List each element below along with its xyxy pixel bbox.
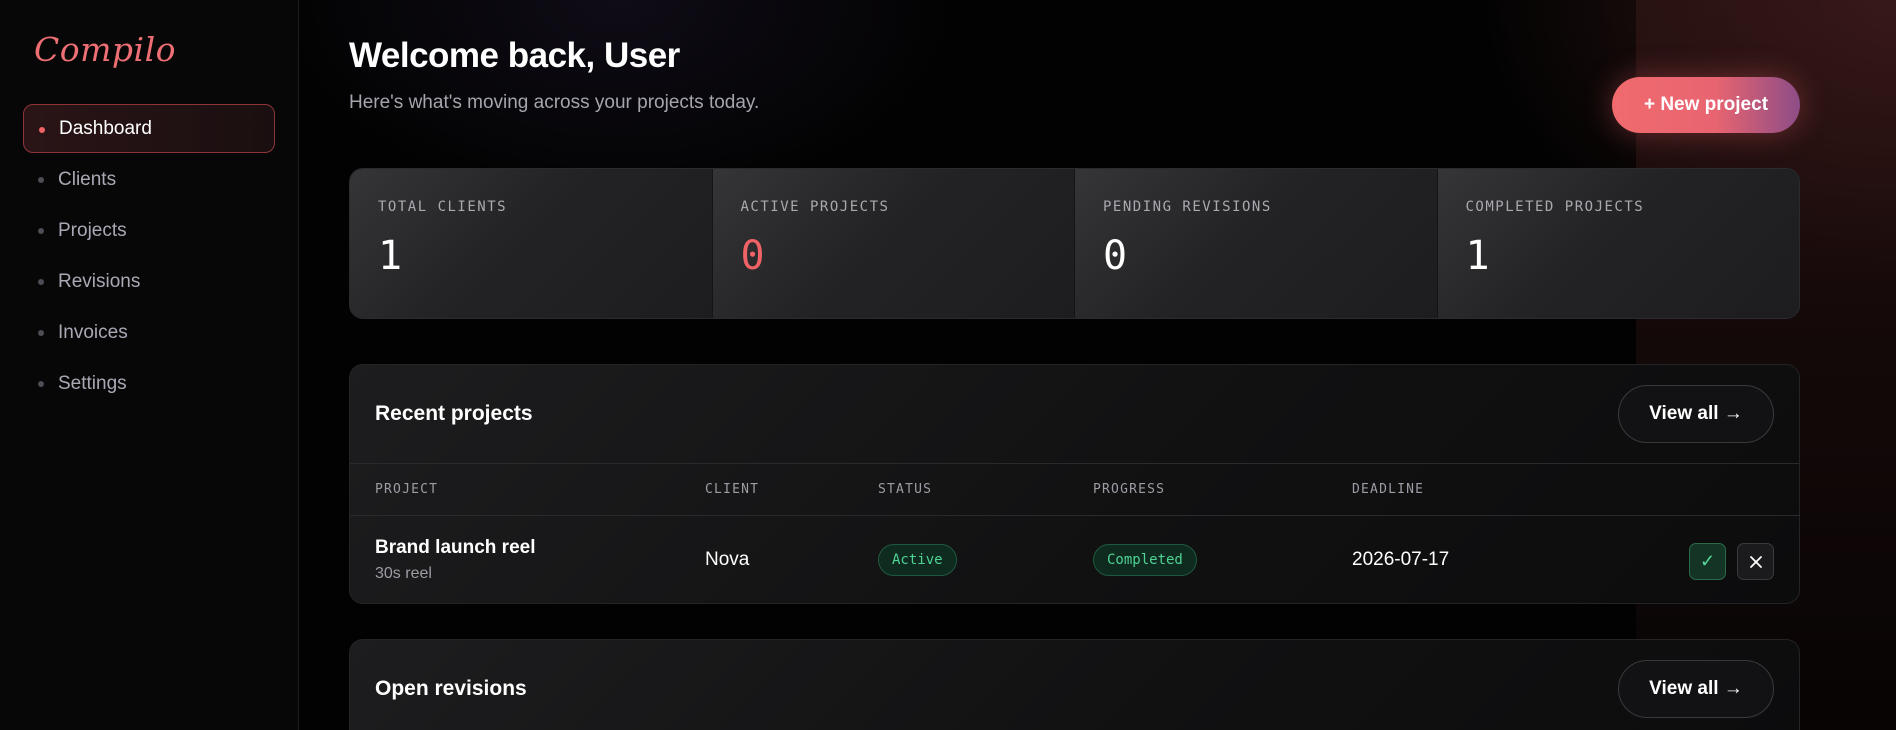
sidebar-item-invoices[interactable]: Invoices [23, 308, 275, 357]
sidebar-item-label: Invoices [58, 321, 128, 343]
bullet-icon [38, 279, 44, 285]
progress-cell: Completed [1093, 543, 1352, 576]
client-name: Nova [705, 548, 750, 570]
bullet-icon [38, 381, 44, 387]
stat-value: 1 [378, 233, 403, 279]
sidebar-item-label: Revisions [58, 270, 141, 292]
sidebar-item-projects[interactable]: Projects [23, 206, 275, 255]
dismiss-button[interactable] [1737, 543, 1774, 580]
row-actions: ✓ [1689, 543, 1774, 580]
client-cell: Nova [705, 549, 878, 571]
main-content: Welcome back, User Here's what's moving … [299, 0, 1896, 730]
page-header: Welcome back, User Here's what's moving … [349, 0, 1800, 168]
new-project-button[interactable]: + New project [1612, 77, 1800, 133]
sidebar-nav: Dashboard Clients Projects Revisions Inv… [23, 104, 275, 408]
bullet-icon [39, 127, 45, 133]
sidebar-item-settings[interactable]: Settings [23, 359, 275, 408]
close-icon [1749, 555, 1762, 568]
app-root: Compilo Dashboard Clients Projects Revis… [0, 0, 1896, 730]
open-revisions-card: Open revisions View all → [349, 639, 1800, 730]
deadline-date: 2026-07-17 [1352, 548, 1450, 570]
stat-pending-revisions: PENDING REVISIONS 0 [1075, 169, 1438, 318]
column-header-status[interactable]: STATUS [878, 482, 1093, 497]
stat-active-projects: ACTIVE PROJECTS 0 [712, 169, 1075, 318]
recent-projects-card: Recent projects View all → PROJECT CLIEN… [349, 364, 1800, 604]
page-subtitle: Here's what's moving across your project… [349, 92, 760, 113]
project-cell: Brand launch reel 30s reel [375, 537, 705, 583]
stat-completed-projects: COMPLETED PROJECTS 1 [1437, 169, 1799, 318]
column-header-project[interactable]: PROJECT [375, 482, 705, 497]
card-header: Recent projects View all → [350, 365, 1799, 463]
card-title: Recent projects [375, 402, 533, 425]
column-header-progress[interactable]: PROGRESS [1093, 482, 1352, 497]
approve-button[interactable]: ✓ [1689, 543, 1726, 580]
bullet-icon [38, 177, 44, 183]
sidebar-item-label: Clients [58, 168, 117, 190]
sidebar-item-label: Settings [58, 372, 127, 394]
stats-panel: TOTAL CLIENTS 1 ACTIVE PROJECTS 0 PENDIN… [349, 168, 1800, 319]
stat-label: TOTAL CLIENTS [378, 199, 508, 215]
status-badge: Active [878, 543, 957, 576]
page-title: Welcome back, User [349, 36, 680, 75]
card-header: Open revisions View all → [350, 640, 1799, 730]
bullet-icon [38, 330, 44, 336]
stat-label: PENDING REVISIONS [1103, 199, 1272, 215]
project-subtitle: 30s reel [375, 564, 432, 582]
sidebar-item-revisions[interactable]: Revisions [23, 257, 275, 306]
check-icon: ✓ [1699, 551, 1716, 571]
project-name[interactable]: Brand launch reel [375, 537, 705, 559]
card-title: Open revisions [375, 677, 527, 700]
view-all-projects-button[interactable]: View all → [1618, 385, 1774, 443]
stat-label: COMPLETED PROJECTS [1465, 199, 1645, 215]
column-header-deadline[interactable]: DEADLINE [1352, 482, 1552, 497]
status-cell: Active [878, 543, 1093, 576]
stat-total-clients: TOTAL CLIENTS 1 [350, 169, 713, 318]
view-all-revisions-button[interactable]: View all → [1618, 660, 1774, 718]
sidebar-item-dashboard[interactable]: Dashboard [23, 104, 275, 153]
table-row[interactable]: Brand launch reel 30s reel Nova Active C… [350, 516, 1799, 603]
sidebar: Compilo Dashboard Clients Projects Revis… [0, 0, 299, 730]
column-header-client[interactable]: CLIENT [705, 482, 878, 497]
stat-label: ACTIVE PROJECTS [740, 199, 890, 215]
sidebar-item-clients[interactable]: Clients [23, 155, 275, 204]
bullet-icon [38, 228, 44, 234]
sidebar-item-label: Dashboard [59, 117, 152, 139]
stat-value: 1 [1465, 233, 1490, 279]
deadline-cell: 2026-07-17 [1352, 549, 1552, 571]
app-logo[interactable]: Compilo [34, 30, 275, 78]
table-header: PROJECT CLIENT STATUS PROGRESS DEADLINE [350, 463, 1799, 516]
stat-value: 0 [1103, 233, 1128, 279]
sidebar-item-label: Projects [58, 219, 127, 241]
progress-badge: Completed [1093, 543, 1197, 576]
stat-value: 0 [740, 233, 765, 279]
